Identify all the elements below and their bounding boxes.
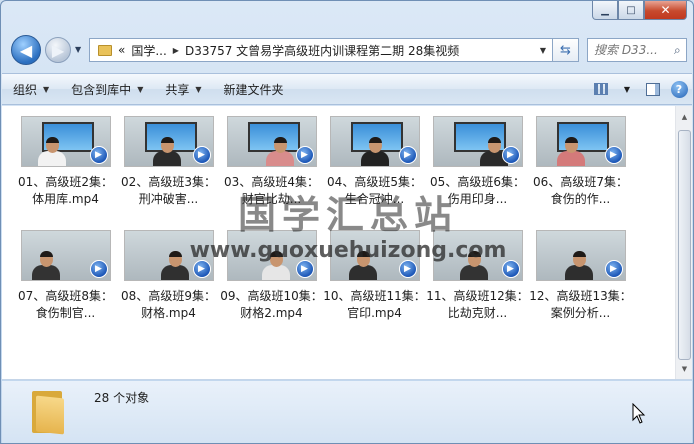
video-thumbnail[interactable]: ▶ xyxy=(432,116,523,167)
include-in-library-menu[interactable]: 包含到库中 ▼ xyxy=(60,74,154,104)
chevron-down-icon: ▼ xyxy=(137,84,144,94)
address-segment-parent[interactable]: 国学... xyxy=(131,42,166,59)
media-player-icon: ▶ xyxy=(192,146,211,164)
watermark-url: www.guoxuehuizong.com xyxy=(189,238,507,263)
back-arrow-icon: ◀ xyxy=(19,40,33,60)
address-dropdown[interactable]: ▼ xyxy=(534,46,552,55)
chevron-down-icon: ▼ xyxy=(623,84,631,94)
media-player-icon: ▶ xyxy=(604,146,623,164)
file-name[interactable]: 11、高级班12集：比劫克财... xyxy=(426,288,529,322)
search-box[interactable]: ⌕ xyxy=(587,38,687,62)
chevron-down-icon: ▼ xyxy=(43,84,50,94)
media-player-icon: ▶ xyxy=(89,146,108,164)
command-bar: 组织 ▼ 包含到库中 ▼ 共享 ▼ 新建文件夹 ▼ ? xyxy=(2,73,692,105)
close-button[interactable]: ✕ xyxy=(644,1,687,20)
recent-pages-dropdown[interactable]: ▼ xyxy=(75,45,81,54)
search-icon[interactable]: ⌕ xyxy=(674,43,681,58)
media-player-icon: ▶ xyxy=(295,146,314,164)
back-button[interactable]: ◀ xyxy=(11,35,41,65)
view-options-dropdown[interactable]: ▼ xyxy=(614,78,640,100)
video-thumbnail[interactable]: ▶ xyxy=(226,116,317,167)
preview-pane-button[interactable] xyxy=(640,78,666,100)
presenter-image xyxy=(360,137,389,166)
chevron-down-icon: ▼ xyxy=(195,84,202,94)
forward-arrow-icon: ▶ xyxy=(51,40,65,60)
scroll-down-icon[interactable]: ▼ xyxy=(676,360,693,377)
video-thumbnail[interactable]: ▶ xyxy=(329,116,420,167)
search-input[interactable] xyxy=(594,43,672,57)
folder-icon xyxy=(32,387,66,435)
address-overflow[interactable]: « xyxy=(118,43,125,57)
file-name[interactable]: 12、高级班13集：案例分析... xyxy=(529,288,632,322)
media-player-icon: ▶ xyxy=(398,146,417,164)
organize-label: 组织 xyxy=(13,82,38,97)
minimize-button[interactable]: ▁ xyxy=(592,1,618,20)
address-segment-current[interactable]: D33757 文曾易学高级班内训课程第二期 28集视频 xyxy=(185,42,459,59)
explorer-window: ▁ □ ✕ ◀ ▶ ▼ « 国学... ▶ D33757 文曾易学高级班内训课程… xyxy=(0,0,694,444)
refresh-icon: ⇆ xyxy=(560,42,571,58)
details-pane: 28 个对象 xyxy=(2,381,692,443)
file-name[interactable]: 07、高级班8集：食伤制官... xyxy=(14,288,117,322)
presenter-image xyxy=(556,137,585,166)
item-count: 28 个对象 xyxy=(94,391,150,405)
share-label: 共享 xyxy=(165,82,190,97)
change-view-button[interactable] xyxy=(588,78,614,100)
watermark-title: 国学汇总站 xyxy=(237,192,458,237)
breadcrumb-arrow-icon[interactable]: ▶ xyxy=(173,46,179,55)
organize-menu[interactable]: 组织 ▼ xyxy=(2,74,60,104)
share-menu[interactable]: 共享 ▼ xyxy=(154,74,212,104)
video-thumbnail[interactable]: ▶ xyxy=(20,116,111,167)
file-name[interactable]: 10、高级班11集：官印.mp4 xyxy=(323,288,426,322)
video-thumbnail[interactable]: ▶ xyxy=(123,116,214,167)
scroll-up-icon[interactable]: ▲ xyxy=(676,108,693,125)
help-button[interactable]: ? xyxy=(666,78,692,100)
presenter-image xyxy=(37,137,66,166)
new-folder-button[interactable]: 新建文件夹 xyxy=(213,74,295,104)
maximize-button[interactable]: □ xyxy=(618,1,644,20)
include-in-library-label: 包含到库中 xyxy=(71,82,132,97)
media-player-icon: ▶ xyxy=(501,146,520,164)
video-thumbnail[interactable]: ▶ xyxy=(535,116,626,167)
new-folder-label: 新建文件夹 xyxy=(223,82,284,97)
forward-button[interactable]: ▶ xyxy=(45,37,71,63)
help-icon: ? xyxy=(670,80,688,98)
file-name[interactable]: 08、高级班9集：财格.mp4 xyxy=(117,288,220,322)
view-icon xyxy=(594,83,608,95)
preview-pane-icon xyxy=(646,82,660,96)
presenter-image xyxy=(265,137,294,166)
toolbar-right: ▼ ? xyxy=(588,78,692,100)
folder-icon xyxy=(98,44,112,56)
file-name[interactable]: 09、高级班10集：财格2.mp4 xyxy=(220,288,323,322)
caption-buttons: ▁ □ ✕ xyxy=(592,1,687,20)
navigation-bar: ◀ ▶ ▼ « 国学... ▶ D33757 文曾易学高级班内训课程第二期 28… xyxy=(7,34,687,66)
address-bar[interactable]: « 国学... ▶ D33757 文曾易学高级班内训课程第二期 28集视频 ▼ xyxy=(89,38,553,62)
presenter-image xyxy=(152,137,181,166)
refresh-button[interactable]: ⇆ xyxy=(553,38,579,62)
